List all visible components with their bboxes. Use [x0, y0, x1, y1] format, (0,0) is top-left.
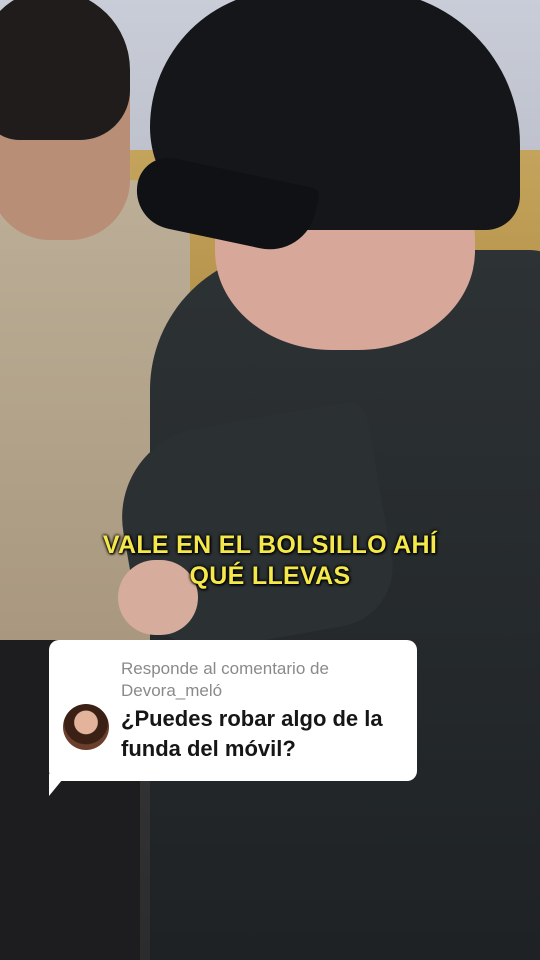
person-left-hair [0, 0, 130, 140]
caption-line-2: QUÉ LLEVAS [189, 562, 351, 590]
comment-username[interactable]: Devora_meló [121, 681, 222, 700]
comment-question: ¿Puedes robar algo de la funda del móvil… [121, 706, 383, 761]
video-caption: VALE EN EL BOLSILLO AHÍ QUÉ LLEVAS [0, 530, 540, 592]
comment-reply-card[interactable]: Responde al comentario de Devora_meló ¿P… [49, 640, 417, 781]
video-frame[interactable] [0, 0, 540, 960]
comment-card-tail [49, 774, 67, 796]
caption-line-1: VALE EN EL BOLSILLO AHÍ [102, 531, 438, 559]
reply-header: Responde al comentario de Devora_meló [121, 658, 411, 702]
reply-prefix: Responde al comentario de [121, 659, 329, 678]
user-avatar-icon[interactable] [63, 704, 109, 750]
